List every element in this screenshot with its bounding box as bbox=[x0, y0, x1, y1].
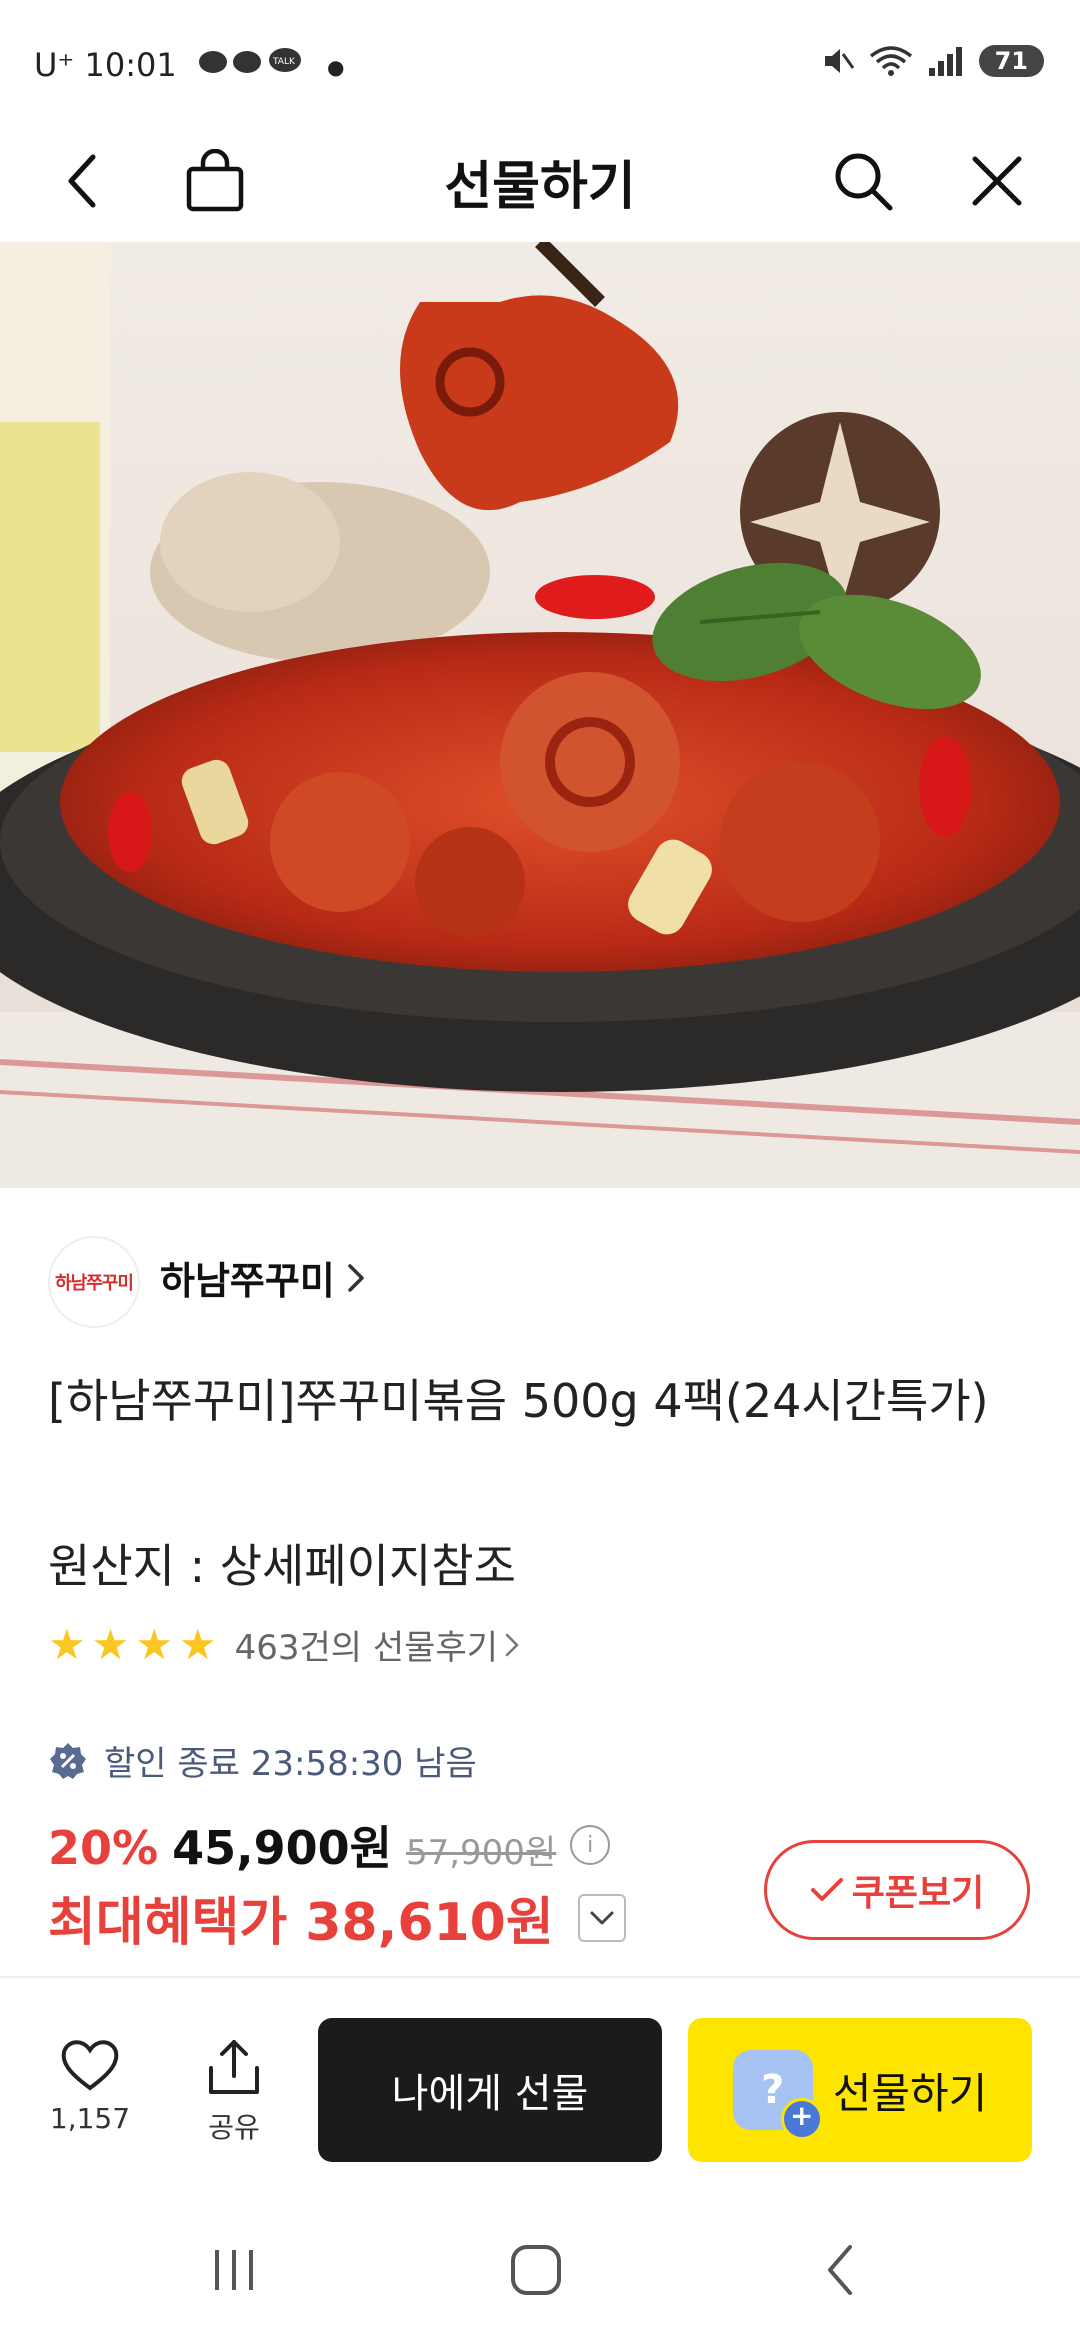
product-origin: 원산지 : 상세페이지참조 bbox=[48, 1539, 516, 1593]
gift-to-me-label: 나에게 선물 bbox=[391, 2071, 589, 2117]
rating-row[interactable]: ★ ★ ★ ★ 463건의 선물후기 bbox=[48, 1620, 520, 1669]
gift-button-label: 선물하기 bbox=[832, 2068, 988, 2118]
review-count-label: 463건의 선물후기 bbox=[234, 1628, 499, 1668]
chevron-right-icon bbox=[505, 1633, 519, 1656]
system-navigation-bar bbox=[0, 2200, 1080, 2340]
heart-icon bbox=[61, 2040, 119, 2091]
status-icons: 71 bbox=[821, 44, 1044, 78]
notification-icons: TALK ● bbox=[197, 46, 345, 84]
product-image[interactable] bbox=[0, 242, 1080, 1188]
star-icon: ★ bbox=[91, 1619, 130, 1669]
search-icon bbox=[835, 153, 893, 211]
best-price-dropdown[interactable] bbox=[577, 1893, 626, 1942]
close-button[interactable] bbox=[962, 146, 1032, 216]
clock: 10:01 bbox=[84, 46, 177, 84]
share-label: 공유 bbox=[208, 2111, 260, 2144]
seller-link[interactable]: 하남쭈꾸미 bbox=[160, 1250, 367, 1305]
wifi-icon bbox=[869, 46, 912, 76]
original-price: 57,900원 bbox=[405, 1833, 557, 1873]
coupon-button-label: 쿠폰보기 bbox=[851, 1873, 985, 1914]
chevron-right-icon bbox=[348, 1263, 364, 1292]
product-title: [하남쭈꾸미]쭈꾸미볶음 500g 4팩(24시간특가) bbox=[48, 1374, 989, 1428]
seller-logo-text: 하남쭈꾸미 bbox=[55, 1273, 134, 1294]
coupon-button[interactable]: 쿠폰보기 bbox=[764, 1840, 1030, 1940]
svg-text:TALK: TALK bbox=[272, 57, 296, 67]
deal-timer-row: 할인 종료 23:58:30 남음 bbox=[48, 1736, 477, 1785]
star-icon: ★ bbox=[48, 1619, 86, 1669]
review-link[interactable]: 463건의 선물후기 bbox=[235, 1620, 520, 1669]
price-row: 20% 45,900원 57,900원 i bbox=[48, 1812, 611, 1878]
friend-add-icon: ? + bbox=[732, 2050, 823, 2140]
food-photo bbox=[0, 242, 1080, 1188]
seller-logo[interactable]: 하남쭈꾸미 bbox=[48, 1236, 140, 1328]
discount-badge-icon bbox=[50, 1742, 86, 1779]
wish-button[interactable]: 1,157 bbox=[40, 2038, 140, 2135]
sale-price: 45,900원 bbox=[172, 1821, 392, 1875]
search-button[interactable] bbox=[828, 146, 898, 216]
recent-apps-icon bbox=[215, 2250, 253, 2290]
system-back-button[interactable] bbox=[800, 2240, 880, 2300]
check-icon bbox=[810, 1878, 843, 1901]
best-price-row: 최대혜택가 38,610원 bbox=[48, 1880, 626, 1955]
share-icon bbox=[209, 2040, 259, 2094]
chevron-down-icon bbox=[590, 1911, 614, 1924]
mute-icon bbox=[824, 49, 854, 73]
best-price-label: 최대혜택가 bbox=[48, 1893, 288, 1953]
info-icon[interactable]: i bbox=[570, 1825, 611, 1865]
status-time: U⁺ 10:01 TALK ● bbox=[34, 42, 345, 84]
signal-icon bbox=[928, 47, 962, 76]
best-price-value: 38,610원 bbox=[305, 1893, 554, 1953]
star-icon: ★ bbox=[135, 1619, 173, 1669]
bottom-action-bar: 1,157 공유 나에게 선물 ? + 선물하기 bbox=[0, 1978, 1080, 2198]
gift-button[interactable]: ? + 선물하기 bbox=[688, 2018, 1032, 2162]
page-title: 선물하기 bbox=[444, 157, 636, 217]
top-app-bar: 선물하기 bbox=[0, 120, 1080, 240]
star-icon: ★ bbox=[178, 1619, 217, 1669]
seller-name: 하남쭈꾸미 bbox=[160, 1259, 335, 1303]
battery-indicator: 71 bbox=[978, 45, 1044, 77]
recent-apps-button[interactable] bbox=[194, 2240, 274, 2300]
home-icon bbox=[511, 2245, 561, 2295]
share-button[interactable]: 공유 bbox=[184, 2038, 284, 2146]
home-button[interactable] bbox=[496, 2240, 576, 2300]
carrier-label: U⁺ bbox=[34, 46, 75, 84]
status-bar: U⁺ 10:01 TALK ● 71 bbox=[0, 0, 1080, 120]
discount-rate: 20% bbox=[48, 1821, 159, 1875]
close-icon bbox=[972, 156, 1022, 206]
back-icon bbox=[828, 2245, 852, 2295]
chat-notification-icon: TALK bbox=[198, 48, 301, 73]
deal-timer-text: 할인 종료 23:58:30 남음 bbox=[104, 1744, 477, 1784]
wish-count: 1,157 bbox=[49, 2102, 131, 2135]
gift-to-me-button[interactable]: 나에게 선물 bbox=[318, 2018, 662, 2162]
